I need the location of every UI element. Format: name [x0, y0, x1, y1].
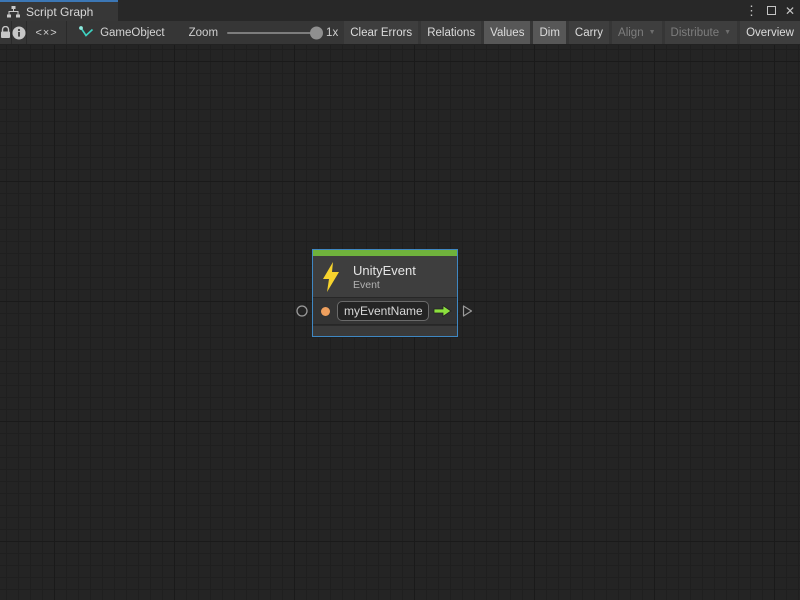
edit-graph-button[interactable]: <×>	[27, 21, 67, 44]
event-bolt-icon	[322, 262, 340, 292]
toolbar-buttons: Clear Errors Relations Values Dim Carry …	[338, 21, 800, 44]
button-label: Dim	[539, 27, 559, 39]
values-button[interactable]: Values	[484, 21, 530, 44]
zoom-label: Zoom	[189, 27, 218, 39]
script-graph-icon	[7, 6, 20, 18]
relations-button[interactable]: Relations	[421, 21, 481, 44]
node-titles: UnityEvent Event	[353, 263, 416, 291]
button-label: Distribute	[671, 27, 720, 39]
event-name-input[interactable]	[337, 301, 429, 321]
script-graph-window: Script Graph ⋮ ✕	[0, 0, 800, 600]
graph-owner-label: GameObject	[100, 27, 165, 39]
tab-title: Script Graph	[26, 5, 93, 19]
tab-script-graph[interactable]: Script Graph	[0, 0, 118, 21]
info-icon	[12, 26, 26, 40]
zoom-slider-handle[interactable]	[310, 26, 323, 39]
button-label: Align	[618, 27, 644, 39]
close-icon[interactable]: ✕	[785, 5, 795, 17]
overview-button[interactable]: Overview	[740, 21, 800, 44]
button-label: Relations	[427, 27, 475, 39]
node-header[interactable]: UnityEvent Event	[313, 256, 457, 297]
output-trigger-port[interactable]	[462, 305, 473, 318]
node-port-row	[313, 297, 457, 325]
dim-button[interactable]: Dim	[533, 21, 565, 44]
clear-errors-button[interactable]: Clear Errors	[344, 21, 418, 44]
input-trigger-port[interactable]	[296, 305, 308, 317]
button-label: Carry	[575, 27, 603, 39]
node-title: UnityEvent	[353, 263, 416, 278]
event-name-input-port[interactable]	[321, 307, 330, 316]
info-button[interactable]	[12, 21, 27, 44]
graph-owner: GameObject	[67, 21, 175, 44]
distribute-dropdown[interactable]: Distribute ▼	[665, 21, 738, 44]
unity-event-node[interactable]: UnityEvent Event	[312, 249, 458, 337]
graph-toolbar: <×> GameObject Zoom 1x Clear Errors	[0, 21, 800, 45]
zoom-value: 1x	[326, 27, 338, 39]
graph-asset-icon	[79, 26, 94, 39]
tab-bar: Script Graph ⋮ ✕	[0, 0, 800, 21]
zoom-control: Zoom 1x	[189, 21, 339, 44]
button-label: Values	[490, 27, 524, 39]
graph-canvas[interactable]: UnityEvent Event	[0, 45, 800, 600]
trigger-arrow-icon	[433, 304, 452, 318]
lock-button[interactable]	[0, 21, 12, 44]
lock-icon	[0, 26, 11, 39]
maximize-icon[interactable]	[767, 6, 776, 15]
button-label: Clear Errors	[350, 27, 412, 39]
window-menu-icon[interactable]: ⋮	[745, 4, 758, 17]
align-dropdown[interactable]: Align ▼	[612, 21, 662, 44]
button-label: Overview	[746, 27, 794, 39]
node-subtitle: Event	[353, 279, 416, 291]
node-footer	[313, 325, 457, 336]
window-controls: ⋮ ✕	[745, 0, 795, 21]
zoom-slider-track[interactable]	[227, 32, 317, 34]
carry-button[interactable]: Carry	[569, 21, 609, 44]
code-icon: <×>	[35, 27, 57, 39]
chevron-down-icon: ▼	[649, 29, 656, 36]
chevron-down-icon: ▼	[724, 29, 731, 36]
